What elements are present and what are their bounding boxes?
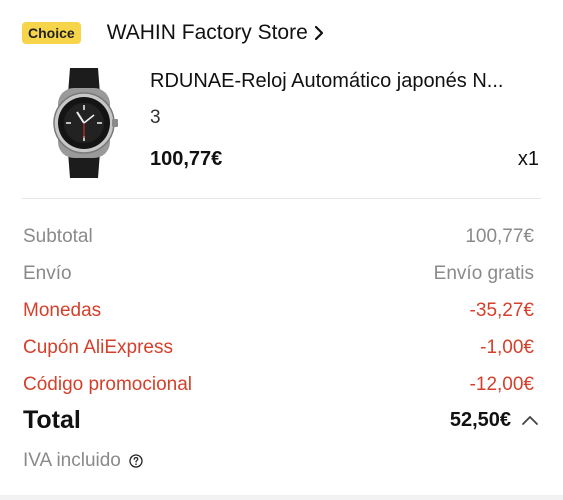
- store-link[interactable]: WAHIN Factory Store: [107, 21, 324, 45]
- subtotal-label: Subtotal: [23, 225, 93, 247]
- question-circle-icon[interactable]: [129, 454, 143, 468]
- coupon-row: Cupón AliExpress -1,00€: [23, 329, 534, 366]
- product-title[interactable]: RDUNAE-Reloj Automático japonés N...: [150, 70, 540, 93]
- choice-badge: Choice: [22, 22, 81, 44]
- coins-row: Monedas -35,27€: [23, 292, 534, 329]
- tax-note-row: IVA incluido: [23, 450, 143, 472]
- product-variant: 3: [150, 107, 161, 128]
- product-quantity: x1: [517, 148, 539, 170]
- store-header[interactable]: Choice WAHIN Factory Store: [22, 18, 324, 48]
- promo-code-value: -12,00€: [469, 373, 534, 395]
- coins-value: -35,27€: [469, 299, 534, 321]
- total-toggle[interactable]: 52,50€: [450, 409, 539, 432]
- subtotal-row: Subtotal 100,77€: [23, 218, 534, 255]
- coins-label: Monedas: [23, 299, 102, 321]
- shipping-row: Envío Envío gratis: [23, 255, 534, 292]
- coupon-value: -1,00€: [480, 336, 534, 358]
- shipping-label: Envío: [23, 262, 72, 284]
- total-row[interactable]: Total 52,50€: [23, 402, 539, 438]
- coupon-label: Cupón AliExpress: [23, 336, 173, 358]
- shipping-value: Envío gratis: [433, 262, 534, 284]
- order-summary: Subtotal 100,77€ Envío Envío gratis Mone…: [23, 218, 534, 403]
- product-price: 100,77€: [150, 148, 223, 170]
- chevron-right-icon: [314, 25, 323, 41]
- tax-note: IVA incluido: [23, 450, 121, 471]
- product-image[interactable]: [44, 68, 124, 178]
- bottom-divider: [0, 495, 563, 500]
- store-name: WAHIN Factory Store: [106, 21, 308, 44]
- total-value: 52,50€: [449, 408, 511, 431]
- promo-code-row: Código promocional -12,00€: [23, 366, 534, 403]
- divider: [22, 198, 541, 199]
- promo-code-label: Código promocional: [23, 373, 192, 395]
- total-label: Total: [23, 405, 81, 434]
- chevron-up-icon[interactable]: [521, 414, 539, 426]
- subtotal-value: 100,77€: [465, 225, 534, 247]
